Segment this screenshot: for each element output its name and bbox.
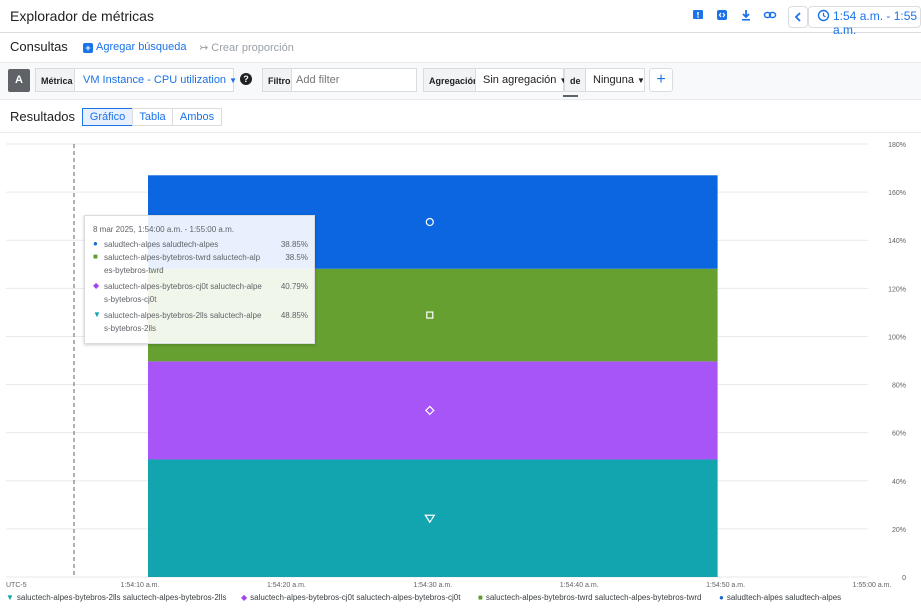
results-title: Resultados: [10, 109, 76, 124]
series-marker-icon: ▼: [93, 310, 101, 319]
metric-label: Métrica: [35, 68, 79, 92]
query-letter-badge[interactable]: A: [8, 69, 30, 92]
aggregation-value-text: Sin agregación: [483, 74, 557, 86]
chart[interactable]: 0 20% 40% 60% 80% 100% 120% 140% 160% 180% 1:54:10…: [0, 134, 921, 588]
tooltip-row: ■ saluctech-alpes-bytebros-twrd saluctech…: [93, 251, 308, 277]
y-tick-label: 40%: [892, 479, 906, 486]
series-marker-icon: ■: [93, 252, 98, 261]
x-tick-label: 1:54:30 a.m.: [413, 582, 452, 588]
plus-icon: +: [656, 71, 666, 88]
tooltip-series-name: saluctech-alpes-bytebros-twrd saluctech-…: [104, 253, 261, 275]
legend-item[interactable]: ■ saluctech-alpes-bytebros-twrd saluctech…: [478, 593, 702, 602]
tab-both[interactable]: Ambos: [172, 108, 222, 126]
legend-label: saluctech-alpes-bytebros-2lls saluctech-…: [16, 593, 227, 602]
y-tick-label: 140%: [888, 238, 906, 245]
chart-legend: ▼ saluctech-alpes-bytebros-2lls saluctech…: [0, 589, 921, 607]
group-value: Ninguna ▼: [593, 74, 645, 86]
top-bar: Explorador de métricas 1:54 a.m. - 1:55 …: [0, 0, 921, 37]
y-tick-label: 120%: [888, 286, 906, 293]
y-tick-label: 60%: [892, 431, 906, 438]
tab-table[interactable]: Tabla: [132, 108, 173, 126]
previous-range-button[interactable]: [788, 6, 808, 28]
link-icon[interactable]: [762, 8, 778, 24]
tooltip-series-value: 48.85%: [280, 311, 308, 320]
of-label: de: [564, 68, 587, 92]
tooltip-series-value: 40.79%: [280, 282, 308, 291]
metric-value-text: VM Instance - CPU utilization: [83, 74, 227, 86]
series-marker-icon: ◆: [93, 281, 100, 290]
app-title: Explorador de métricas: [10, 8, 154, 24]
timezone-label: UTC-5: [6, 582, 27, 588]
x-tick-label: 1:54:50 a.m.: [706, 582, 745, 588]
legend-item[interactable]: ● saludtech-alpes saludtech-alpes: [719, 593, 841, 602]
chevron-left-icon: [794, 12, 801, 22]
legend-marker-icon: ●: [719, 593, 724, 602]
ratio-icon: ↣: [199, 42, 212, 54]
legend-item[interactable]: ▼ saluctech-alpes-bytebros-2lls saluctech…: [6, 593, 226, 602]
y-tick-label: 0: [902, 575, 906, 582]
group-value-text: Ninguna: [593, 74, 634, 86]
results-bar: Resultados Gráfico Tabla Ambos: [0, 101, 921, 133]
time-range-label: 1:54 a.m. - 1:55 a.m.: [833, 9, 918, 37]
tooltip-series-value: 38.85%: [280, 240, 308, 249]
legend-label: saluctech-alpes-bytebros-twrd saluctech-…: [485, 593, 702, 602]
tooltip-series-value: 38.5%: [285, 253, 308, 262]
filter-input[interactable]: [296, 70, 414, 90]
tooltip-title: 8 mar 2025, 1:54:00 a.m. - 1:55:00 a.m.: [93, 225, 234, 234]
chart-tooltip: 8 mar 2025, 1:54:00 a.m. - 1:55:00 a.m. …: [84, 215, 315, 344]
legend-marker-icon: ◆: [241, 593, 248, 602]
tooltip-series-name: saludtech-alpes saludtech-alpes: [104, 240, 219, 249]
add-query-button[interactable]: + Agregar búsqueda: [83, 41, 187, 53]
download-icon[interactable]: [738, 8, 754, 24]
chevron-down-icon: ▼: [229, 76, 238, 85]
legend-marker-icon: ▼: [6, 593, 14, 602]
y-tick-label: 100%: [888, 334, 906, 341]
tooltip-row: ▼ saluctech-alpes-bytebros-2lls saluctech…: [93, 309, 308, 335]
chevron-down-icon: ▼: [637, 76, 645, 85]
legend-label: saludtech-alpes saludtech-alpes: [726, 593, 842, 602]
y-tick-label: 160%: [888, 190, 906, 197]
queries-bar: Consultas + Agregar búsqueda ↣ Crear prop…: [0, 34, 921, 62]
help-icon[interactable]: ?: [240, 73, 252, 85]
create-ratio-button[interactable]: ↣ Crear proporción: [199, 41, 294, 54]
tooltip-row: ◆ saluctech-alpes-bytebros-cj0t saluctech…: [93, 280, 308, 306]
create-ratio-label: Crear proporción: [211, 42, 294, 54]
series-marker-icon: ●: [93, 239, 98, 248]
series-area: [148, 361, 718, 460]
tooltip-series-name: saluctech-alpes-bytebros-cj0t saluctech-…: [104, 282, 262, 304]
add-icon: +: [83, 43, 93, 53]
code-icon[interactable]: [714, 8, 730, 24]
legend-item[interactable]: ◆ saluctech-alpes-bytebros-cj0t saluctech…: [241, 593, 460, 602]
y-tick-label: 180%: [888, 142, 906, 149]
legend-label: saluctech-alpes-bytebros-cj0t saluctech-…: [250, 593, 461, 602]
y-tick-label: 20%: [892, 527, 906, 534]
y-tick-label: 80%: [892, 383, 906, 390]
x-tick-label: 1:54:10 a.m.: [121, 582, 160, 588]
legend-marker-icon: ■: [478, 593, 483, 602]
tooltip-row: ● saludtech-alpes saludtech-alpes 38.85%: [93, 238, 308, 251]
tooltip-series-name: saluctech-alpes-bytebros-2lls saluctech-…: [104, 311, 262, 333]
add-clause-button[interactable]: +: [649, 68, 673, 92]
feedback-icon[interactable]: [690, 8, 706, 24]
x-tick-label: 1:54:40 a.m.: [560, 582, 599, 588]
x-tick-label: 1:54:20 a.m.: [267, 582, 306, 588]
x-tick-label: 1:55:00 a.m.: [853, 582, 892, 588]
queries-title: Consultas: [10, 39, 68, 54]
aggregation-value: Sin agregación ▼: [483, 74, 567, 86]
metric-value: VM Instance - CPU utilization ▼: [83, 74, 237, 86]
filter-input-box: [291, 68, 417, 92]
add-query-label: Agregar búsqueda: [96, 41, 187, 53]
clock-icon: [815, 9, 831, 25]
tab-chart[interactable]: Gráfico: [82, 108, 133, 126]
aggregation-underline: [563, 95, 578, 97]
